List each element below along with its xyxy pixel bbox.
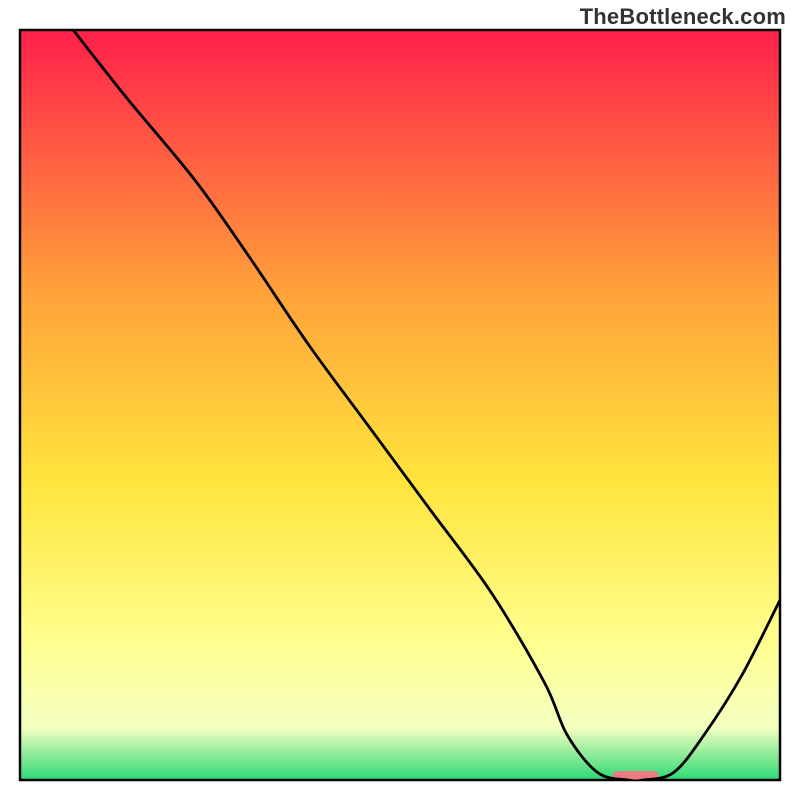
gradient-background	[20, 30, 780, 780]
chart-svg	[0, 0, 800, 800]
chart-container: TheBottleneck.com	[0, 0, 800, 800]
